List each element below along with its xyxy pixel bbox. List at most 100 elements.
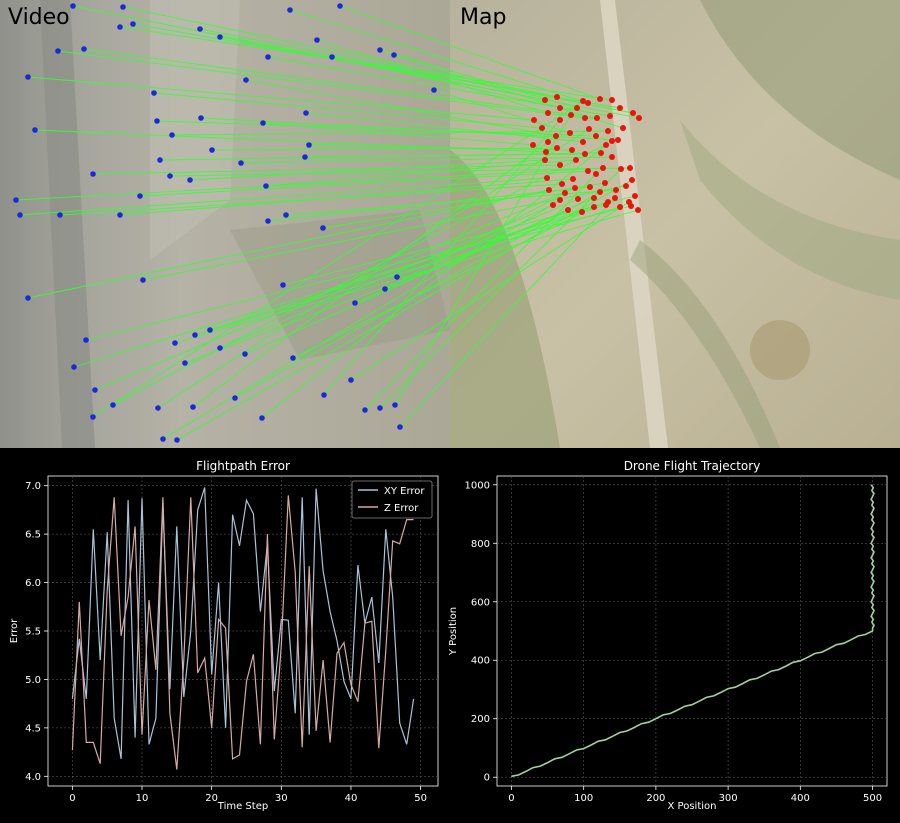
map-keypoint	[613, 187, 619, 193]
map-keypoint	[580, 139, 586, 145]
video-keypoint	[32, 127, 38, 133]
map-keypoint	[573, 157, 579, 163]
video-keypoint	[232, 395, 238, 401]
x-tick-label: 200	[646, 793, 665, 804]
x-tick-label: 0	[508, 793, 514, 804]
x-tick-label: 100	[574, 793, 593, 804]
map-keypoint	[603, 202, 609, 208]
map-keypoint	[609, 138, 615, 144]
map-keypoint	[582, 151, 588, 157]
video-keypoint	[154, 118, 160, 124]
video-keypoint	[306, 142, 312, 148]
video-keypoint	[217, 345, 223, 351]
video-keypoint	[137, 193, 143, 199]
map-keypoint	[617, 105, 623, 111]
map-keypoint	[557, 105, 563, 111]
video-keypoint	[238, 160, 244, 166]
video-keypoint	[117, 24, 123, 30]
map-keypoint	[562, 190, 568, 196]
map-keypoint	[531, 117, 537, 123]
video-keypoint	[174, 437, 180, 443]
error-chart-legend: XY Error Z Error	[351, 480, 433, 519]
map-keypoint	[554, 145, 560, 151]
video-keypoint	[155, 405, 161, 411]
video-keypoint	[17, 212, 23, 218]
map-label: Map	[460, 5, 506, 30]
video-keypoint	[382, 286, 388, 292]
map-keypoint	[597, 189, 603, 195]
video-keypoint	[13, 197, 19, 203]
map-keypoint	[603, 142, 609, 148]
video-keypoint	[83, 337, 89, 343]
map-keypoint	[539, 125, 545, 131]
video-keypoint	[157, 157, 163, 163]
x-tick-label: 10	[136, 793, 149, 804]
map-keypoint	[615, 137, 621, 143]
video-keypoint	[169, 132, 175, 138]
y-tick-label: 7.0	[25, 481, 41, 492]
video-keypoint	[110, 402, 116, 408]
legend-label-xy: XY Error	[384, 486, 425, 497]
error-chart-title: Flightpath Error	[196, 459, 290, 473]
x-tick-label: 50	[414, 793, 427, 804]
video-keypoint	[302, 154, 308, 160]
video-keypoint	[90, 414, 96, 420]
video-keypoint	[190, 404, 196, 410]
video-keypoint	[280, 282, 286, 288]
video-keypoint	[217, 34, 223, 40]
video-keypoint	[182, 360, 188, 366]
video-keypoint	[377, 405, 383, 411]
map-keypoint	[557, 162, 563, 168]
video-keypoint	[265, 218, 271, 224]
video-keypoint	[431, 87, 437, 93]
video-keypoint	[337, 3, 343, 9]
map-keypoint	[635, 207, 641, 213]
map-keypoint	[570, 176, 576, 182]
video-keypoint	[260, 120, 266, 126]
error-chart-ylabel: Error	[9, 618, 20, 643]
video-keypoint	[392, 402, 398, 408]
trajectory-chart-xlabel: X Position	[668, 801, 717, 812]
video-map-match-view: Video Map	[0, 0, 900, 448]
map-keypoint	[580, 98, 586, 104]
map-keypoint	[542, 157, 548, 163]
map-keypoint	[600, 165, 606, 171]
video-label: Video	[8, 5, 70, 30]
video-keypoint	[242, 351, 248, 357]
charts-panel: Flightpath Error Time Step Error 0 10 20 30…	[0, 448, 900, 823]
video-keypoint	[70, 3, 76, 9]
map-keypoint	[557, 197, 563, 203]
y-tick-label: 200	[471, 714, 490, 725]
map-keypoint	[591, 204, 597, 210]
map-keypoint	[617, 204, 623, 210]
video-keypoint	[259, 415, 265, 421]
video-keypoint	[151, 90, 157, 96]
x-tick-label: 500	[863, 793, 882, 804]
video-keypoint	[391, 52, 397, 58]
y-tick-label: 5.5	[25, 627, 41, 638]
video-keypoint	[362, 407, 368, 413]
video-keypoint	[303, 110, 309, 116]
x-tick-label: 0	[69, 793, 75, 804]
video-keypoint	[287, 7, 293, 13]
y-tick-label: 6.5	[25, 530, 41, 541]
trajectory-chart-title: Drone Flight Trajectory	[624, 459, 761, 473]
x-tick-label: 300	[719, 793, 738, 804]
y-tick-label: 5.0	[25, 675, 41, 686]
map-keypoint	[632, 193, 638, 199]
video-keypoint	[314, 37, 320, 43]
video-keypoint	[130, 21, 136, 27]
map-keypoint	[545, 139, 551, 145]
y-tick-label: 4.5	[25, 723, 41, 734]
video-keypoint	[167, 173, 173, 179]
map-keypoint	[636, 115, 642, 121]
map-keypoint	[620, 125, 626, 131]
trajectory-chart-ylabel: Y Position	[448, 607, 459, 656]
video-keypoint	[209, 147, 215, 153]
y-tick-label: 6.0	[25, 578, 41, 589]
map-keypoint	[559, 181, 565, 187]
map-keypoint	[609, 154, 615, 160]
map-keypoint	[545, 110, 551, 116]
x-tick-label: 40	[345, 793, 358, 804]
map-keypoint	[609, 97, 615, 103]
